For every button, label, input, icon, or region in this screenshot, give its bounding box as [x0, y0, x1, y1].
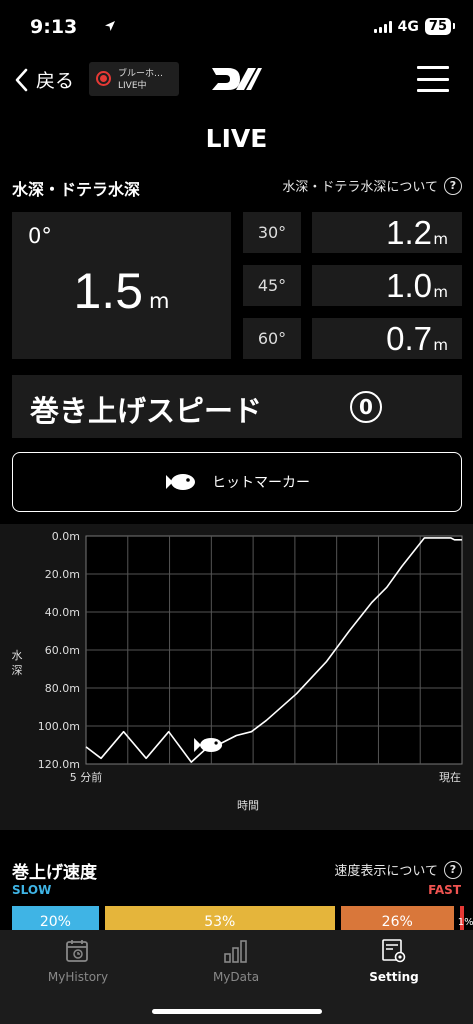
fast-label: FAST [428, 883, 461, 897]
device-status-chip[interactable]: ブルーホ… LIVE中 [89, 62, 179, 96]
depth-help-label: 水深・ドテラ水深について [282, 180, 438, 195]
depth-60-card: 0.7 m [312, 318, 462, 359]
depth-help-link[interactable]: 水深・ドテラ水深について ? [282, 176, 462, 195]
angle-30-label: 30° [243, 212, 301, 253]
y-tick-label: 0.0m [52, 530, 80, 543]
rate-help-link[interactable]: 速度表示について ? [334, 860, 462, 879]
angle-60-label: 60° [243, 318, 301, 359]
record-icon [96, 71, 111, 86]
rate-section-title: 巻上げ速度 [12, 863, 97, 883]
tab-mydata[interactable]: MyData [176, 938, 296, 984]
page-title: LIVE [205, 124, 268, 153]
x-tick-label: 5 分前 [70, 770, 103, 784]
back-label: 戻る [36, 70, 75, 92]
hit-marker-button[interactable]: ヒットマーカー [12, 452, 462, 512]
y-tick-label: 60.0m [45, 644, 80, 657]
tab-mydata-label: MyData [212, 970, 260, 984]
depth-45-unit: m [433, 283, 448, 301]
y-tick-label: 80.0m [45, 682, 80, 695]
settings-gear-icon [382, 939, 406, 963]
y-axis-label: 深 [12, 664, 23, 677]
depth-45-value: 1.0 [386, 267, 432, 304]
battery-icon: 75 [424, 18, 456, 35]
main-depth-value: 1.5 [73, 263, 144, 319]
depth-section-header: 水深・ドテラ水深 水深・ドテラ水深について ? [12, 174, 462, 199]
back-button[interactable]: 戻る [14, 66, 74, 93]
nav-bar: 戻る ブルーホ… LIVE中 [0, 58, 473, 102]
fish-icon [166, 474, 195, 490]
tab-setting-label: Setting [369, 970, 419, 984]
depth-section-title: 水深・ドテラ水深 [12, 180, 141, 199]
bar-chart-icon [224, 940, 247, 963]
y-tick-label: 120.0m [38, 758, 80, 771]
speed-segment: 26% [340, 906, 454, 932]
angle-45-label: 45° [243, 265, 301, 306]
daiwa-logo-icon [212, 68, 262, 90]
depth-chart: 0.0m 20.0m 40.0m 60.0m 80.0m 100.0m 120.0m 水深 5 … [0, 524, 473, 830]
device-name: ブルーホ… [118, 69, 164, 79]
cellular-signal-icon [373, 20, 392, 33]
main-depth-angle: 0° [28, 224, 52, 248]
depth-30-unit: m [433, 230, 448, 248]
x-tick-label: 現在 [439, 771, 461, 784]
speed-segment-label: 1% [457, 917, 473, 928]
y-tick-label: 100.0m [38, 720, 80, 733]
reel-speed-value: 0 [350, 391, 382, 423]
x-axis-label: 時間 [237, 799, 259, 812]
tab-setting[interactable]: Setting [334, 938, 454, 984]
question-icon: ? [444, 176, 462, 195]
tab-myhistory-label: MyHistory [47, 970, 109, 984]
location-arrow-icon [105, 21, 115, 31]
menu-button[interactable] [417, 66, 449, 92]
network-type: 4G [397, 18, 419, 35]
chevron-left-icon [15, 68, 28, 91]
calendar-history-icon [66, 940, 88, 962]
status-time: 9:13 [30, 16, 78, 38]
y-tick-label: 40.0m [45, 606, 80, 619]
speed-distribution-bar: 20% 53% 26% 1% [12, 906, 473, 932]
hit-marker-label: ヒットマーカー [212, 475, 310, 491]
y-axis-label: 水 [12, 649, 23, 662]
device-status: LIVE中 [118, 81, 147, 91]
tab-myhistory[interactable]: MyHistory [18, 938, 138, 984]
reel-speed-card: 巻き上げスピード 0 [12, 375, 462, 438]
depth-60-value: 0.7 [386, 320, 432, 357]
y-tick-label: 20.0m [45, 568, 80, 581]
depth-30-value: 1.2 [386, 214, 432, 251]
depth-30-card: 1.2 m [312, 212, 462, 253]
main-depth-unit: m [149, 289, 170, 313]
reel-speed-label: 巻き上げスピード [30, 394, 263, 428]
question-icon: ? [444, 860, 462, 879]
depth-45-card: 1.0 m [312, 265, 462, 306]
depth-60-unit: m [433, 336, 448, 354]
slow-label: SLOW [12, 883, 52, 897]
rate-help-label: 速度表示について [334, 864, 438, 879]
status-bar: 9:13 4G 75 [0, 0, 473, 54]
depth-chart-svg: 0.0m 20.0m 40.0m 60.0m 80.0m 100.0m 120.0m 水深 5 … [12, 530, 463, 812]
main-depth-card: 0° 1.5 m [12, 212, 231, 359]
speed-segment: 53% [104, 906, 335, 932]
speed-segment: 20% [12, 906, 99, 932]
home-indicator [152, 1009, 322, 1014]
